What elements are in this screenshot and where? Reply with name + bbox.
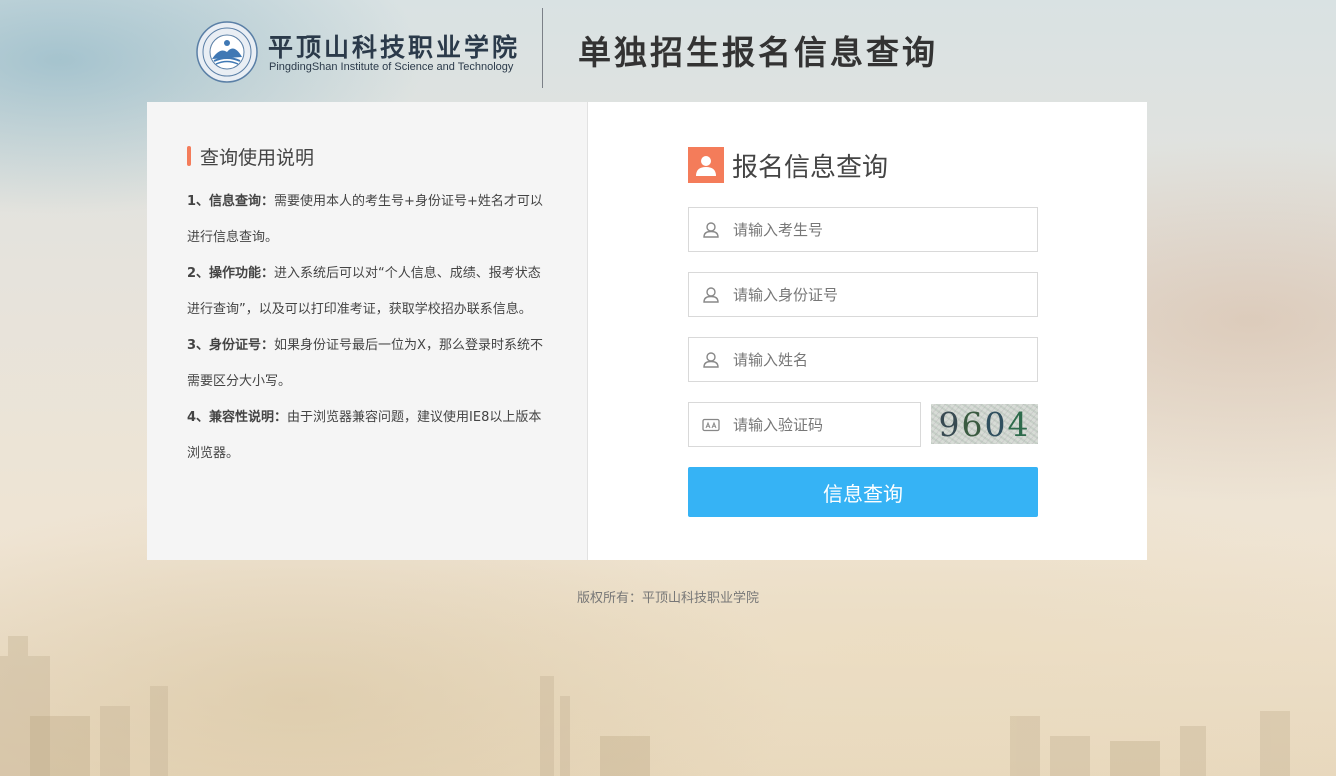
instruction-item: 3、身份证号：如果身份证号最后一位为X，那么登录时系统不需要区分大小写。	[187, 328, 552, 400]
city-skyline-background	[0, 636, 1290, 776]
school-name-cn: 平顶山科技职业学院	[268, 33, 521, 62]
query-submit-button[interactable]: 信息查询	[688, 467, 1038, 517]
captcha-digit: 4	[1007, 404, 1031, 444]
name-field	[688, 337, 1038, 382]
exam-number-input[interactable]	[733, 208, 1023, 251]
captcha-image-icon	[702, 418, 720, 432]
query-form: 报名信息查询 请输入考生号 请输入身份证号 请输入姓名 请输入验证码 9 6 0…	[688, 146, 1038, 517]
footer-copyright: 版权所有：平顶山科技职业学院	[576, 591, 759, 606]
captcha-digit: 0	[984, 404, 1008, 444]
id-number-field	[688, 272, 1038, 317]
exam-number-field	[688, 207, 1038, 252]
captcha-image[interactable]: 9 6 0 4	[931, 404, 1038, 444]
page-title: 单独招生报名信息查询	[578, 33, 938, 72]
name-input[interactable]	[733, 338, 1023, 381]
instructions-heading: 查询使用说明	[187, 144, 315, 169]
site-header: 平顶山科技职业学院 PingdingShan Institute of Scie…	[196, 8, 956, 88]
form-heading: 报名信息查询	[688, 146, 1038, 184]
person-icon	[703, 287, 719, 303]
school-name-en: PingdingShan Institute of Science and Te…	[269, 61, 514, 73]
heading-accent-bar	[187, 146, 191, 166]
form-title: 报名信息查询	[732, 152, 889, 183]
captcha-digit: 6	[961, 404, 985, 444]
instruction-key: 3、身份证号：	[187, 338, 275, 353]
instruction-item: 2、操作功能：进入系统后可以对“个人信息、成绩、报考状态进行查询”，以及可以打印…	[187, 256, 552, 328]
instruction-key: 1、信息查询：	[187, 194, 275, 209]
captcha-digit: 9	[938, 404, 962, 444]
person-icon	[703, 222, 719, 238]
captcha-field	[688, 402, 921, 447]
person-icon	[703, 352, 719, 368]
instructions-title: 查询使用说明	[200, 146, 315, 169]
instruction-key: 4、兼容性说明：	[187, 410, 288, 425]
id-number-input[interactable]	[733, 273, 1023, 316]
school-emblem-icon	[196, 21, 258, 83]
instructions-pane: 查询使用说明 1、信息查询：需要使用本人的考生号+身份证号+姓名才可以进行信息查…	[147, 102, 588, 560]
instructions-list: 1、信息查询：需要使用本人的考生号+身份证号+姓名才可以进行信息查询。 2、操作…	[187, 184, 552, 472]
header-divider	[542, 8, 543, 88]
instruction-item: 4、兼容性说明：由于浏览器兼容问题，建议使用IE8以上版本浏览器。	[187, 400, 552, 472]
instruction-key: 2、操作功能：	[187, 266, 275, 281]
query-panel: 查询使用说明 1、信息查询：需要使用本人的考生号+身份证号+姓名才可以进行信息查…	[147, 102, 1147, 560]
user-icon	[688, 147, 724, 183]
captcha-input[interactable]	[733, 403, 913, 446]
instruction-item: 1、信息查询：需要使用本人的考生号+身份证号+姓名才可以进行信息查询。	[187, 184, 552, 256]
